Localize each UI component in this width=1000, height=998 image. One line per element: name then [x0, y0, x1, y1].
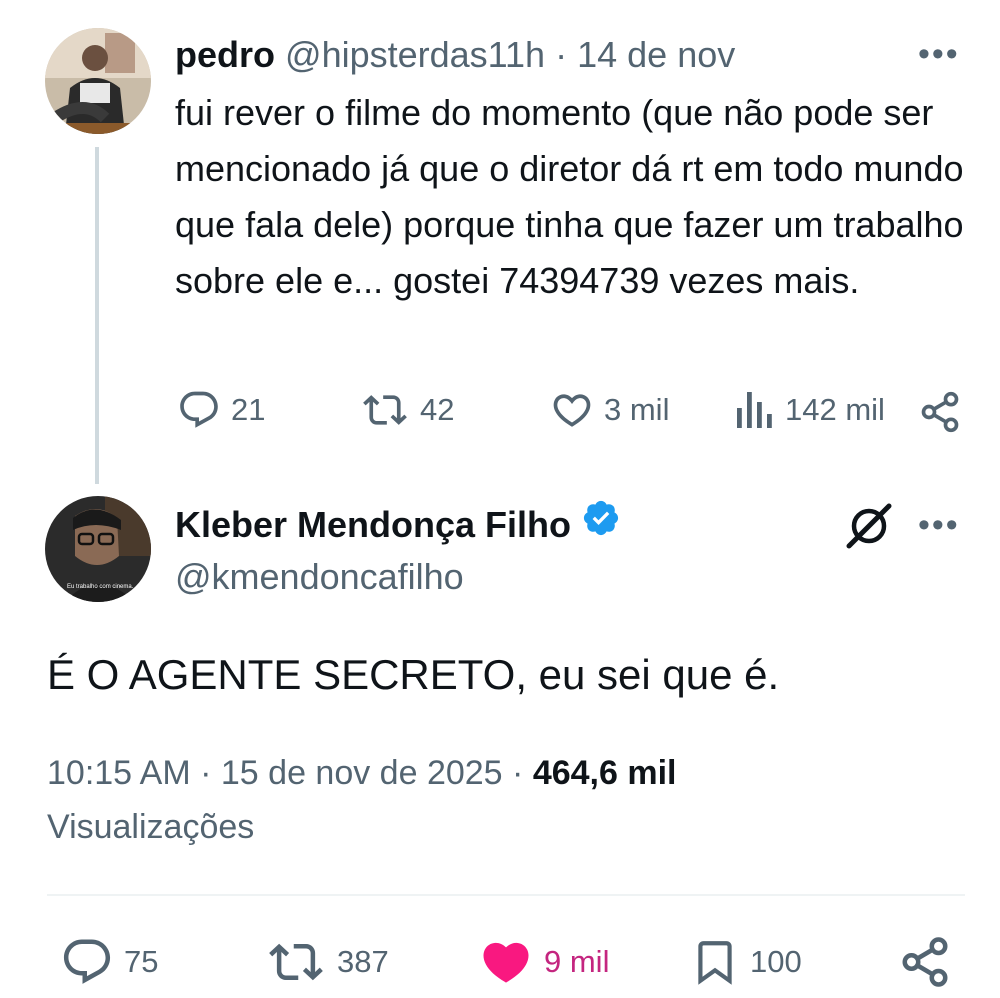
views-label: Visualizações [47, 808, 255, 846]
like-button[interactable]: 9 mil [478, 935, 609, 989]
thread-line [95, 147, 99, 484]
author-handle[interactable]: @kmendoncafilho [175, 552, 464, 602]
reply-button[interactable]: 21 [177, 388, 265, 432]
reply-count: 75 [124, 944, 159, 979]
repost-icon [360, 388, 410, 432]
repost-icon [265, 935, 327, 989]
separator-dot: · [555, 34, 568, 75]
more-icon[interactable]: ••• [918, 34, 960, 74]
share-icon [918, 390, 962, 434]
author-name[interactable]: Kleber Mendonça Filho [175, 500, 571, 550]
reply-icon [177, 388, 221, 432]
like-icon [550, 388, 594, 432]
views-button[interactable]: 142 mil [735, 388, 885, 432]
author-handle[interactable]: @hipsterdas11h [285, 34, 545, 75]
more-icon[interactable]: ••• [918, 505, 960, 545]
divider [47, 894, 965, 896]
repost-count: 387 [337, 944, 389, 979]
repost-button[interactable]: 42 [360, 388, 454, 432]
tweet-date[interactable]: 15 de nov de 2025 [221, 754, 503, 792]
like-icon [478, 935, 534, 989]
tweet-meta: 10:15 AM · 15 de nov de 2025 · 464,6 mil [47, 748, 676, 798]
views-count: 142 mil [785, 392, 885, 427]
separator-dot: · [512, 754, 524, 792]
reply-button[interactable]: 75 [60, 935, 158, 989]
avatar-pedro[interactable] [45, 28, 151, 134]
tweet-date[interactable]: 14 de nov [577, 34, 735, 75]
main-tweet-text: É O AGENTE SECRETO, eu sei que é. [47, 651, 780, 698]
bookmark-count: 100 [750, 944, 802, 979]
main-author-name-row: Kleber Mendonça Filho [175, 498, 621, 551]
verified-badge-icon [581, 498, 621, 551]
repost-count: 42 [420, 392, 455, 427]
reply-icon [60, 935, 114, 989]
like-count: 3 mil [604, 392, 670, 427]
tweet-time[interactable]: 10:15 AM [47, 754, 191, 792]
views-icon [735, 388, 775, 432]
views-total: 464,6 mil [532, 754, 677, 792]
like-button[interactable]: 3 mil [550, 388, 669, 432]
share-icon [898, 935, 952, 989]
avatar-caption: Eu trabalho com cinema. [67, 584, 134, 590]
reply-tweet-header: pedro @hipsterdas11h · 14 de nov [175, 30, 735, 80]
separator-dot: · [200, 754, 212, 792]
repost-button[interactable]: 387 [265, 935, 389, 989]
bookmark-button[interactable]: 100 [690, 935, 802, 989]
author-name[interactable]: pedro [175, 34, 275, 75]
bookmark-icon [690, 935, 740, 989]
share-button[interactable] [918, 390, 962, 434]
like-count: 9 mil [544, 944, 610, 979]
share-button[interactable] [898, 935, 952, 989]
grok-icon[interactable] [843, 500, 895, 557]
avatar-kleber[interactable]: Eu trabalho com cinema. [45, 496, 151, 602]
reply-tweet-text: fui rever o filme do momento (que não po… [175, 92, 964, 301]
reply-count: 21 [231, 392, 266, 427]
